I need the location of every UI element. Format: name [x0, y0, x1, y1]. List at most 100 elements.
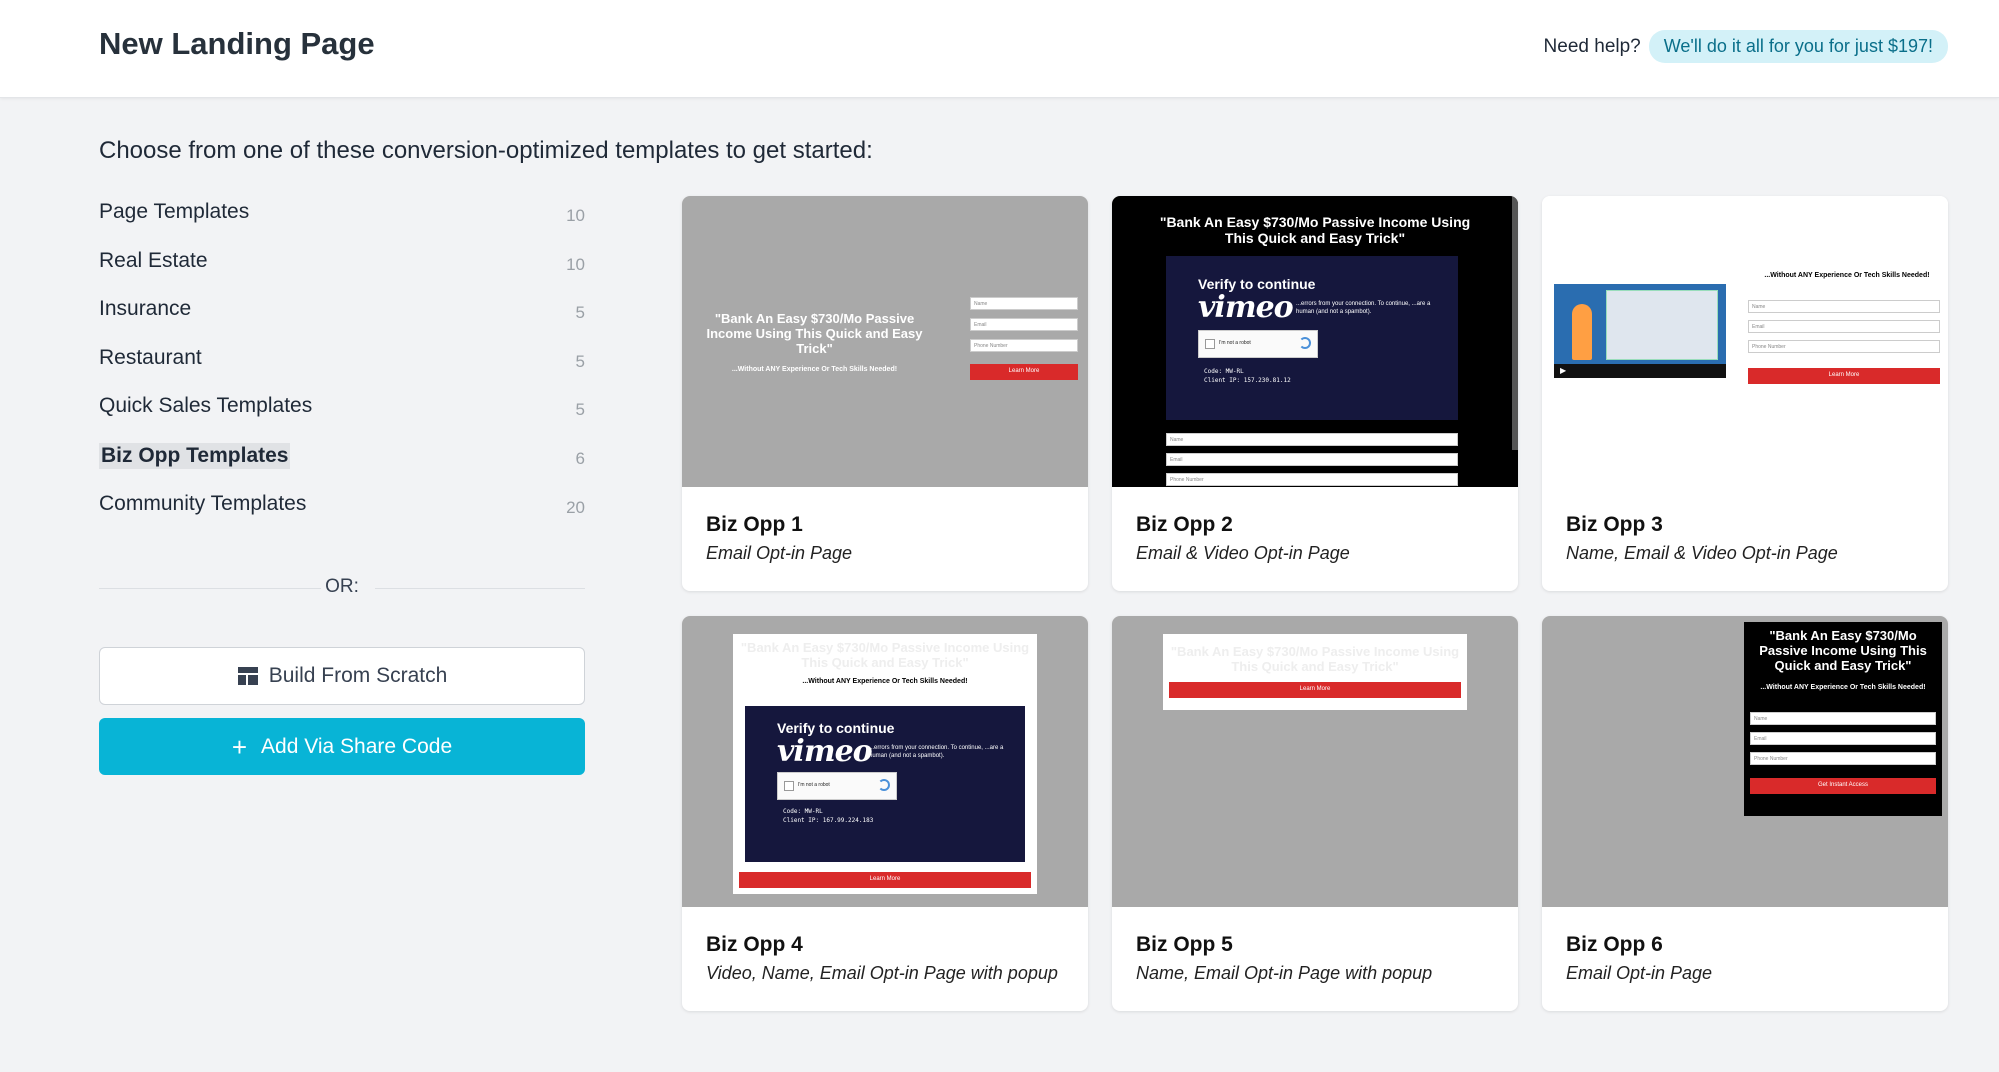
category-label: Biz Opp Templates — [99, 442, 291, 469]
character-figure — [1572, 304, 1592, 360]
preview-button: Learn More — [1169, 682, 1461, 698]
template-preview: "Bank An Easy $730/Mo Passive Income Usi… — [682, 616, 1088, 907]
preview-field: Phone Number — [1750, 752, 1936, 765]
video-verify-box: Verify to continue vimeo ...errors from … — [745, 706, 1025, 862]
play-icon: ▶ — [1560, 366, 1567, 375]
preview-subhead: ...Without ANY Experience Or Tech Skills… — [1764, 272, 1930, 279]
template-card-biz-opp-4[interactable]: "Bank An Easy $730/Mo Passive Income Usi… — [682, 616, 1088, 1011]
template-card-biz-opp-2[interactable]: "Bank An Easy $730/Mo Passive Income Usi… — [1112, 196, 1518, 591]
captcha-box: I'm not a robot — [777, 772, 897, 800]
preview-field: Email — [1748, 320, 1940, 333]
verify-ip: Client IP: 157.230.81.12 — [1204, 377, 1291, 384]
category-list: Page Templates 10 Real Estate 10 Insuran… — [99, 198, 585, 538]
template-preview: "Bank An Easy $730/Mo Passive Income Usi… — [682, 196, 1088, 487]
template-card-biz-opp-1[interactable]: "Bank An Easy $730/Mo Passive Income Usi… — [682, 196, 1088, 591]
preview-field: Name — [970, 297, 1078, 310]
template-title: Biz Opp 2 — [1136, 513, 1233, 536]
category-label: Insurance — [99, 297, 192, 321]
template-title: Biz Opp 3 — [1566, 513, 1663, 536]
preview-headline: "Bank An Easy $730/Mo Passive Income Usi… — [1170, 644, 1460, 674]
category-community-templates[interactable]: Community Templates 20 — [99, 490, 585, 539]
preview-field: Email — [970, 318, 1078, 331]
category-count: 10 — [566, 206, 585, 225]
vimeo-logo: vimeo — [777, 734, 873, 769]
top-bar: New Landing Page Need help? We'll do it … — [0, 0, 1999, 98]
category-count: 5 — [575, 303, 585, 323]
category-count: 6 — [575, 448, 585, 468]
template-title: Biz Opp 5 — [1136, 933, 1233, 956]
category-count: 20 — [566, 497, 585, 517]
preview-button: Learn More — [970, 364, 1078, 380]
template-subtitle: Video, Name, Email Opt-in Page with popu… — [706, 963, 1058, 983]
preview-field: Phone Number — [1166, 473, 1458, 486]
template-subtitle: Email Opt-in Page — [1566, 963, 1713, 983]
category-label: Real Estate — [99, 248, 208, 272]
done-for-you-offer-link[interactable]: We'll do it all for you for just $197! — [1648, 30, 1948, 63]
category-label: Page Templates — [99, 200, 250, 223]
plus-icon: + — [231, 731, 248, 762]
category-page-templates[interactable]: Page Templates 10 — [99, 198, 585, 247]
category-count: 5 — [575, 400, 585, 420]
verify-ip: Client IP: 167.99.224.183 — [783, 817, 874, 824]
template-preview: ▶ ...Without ANY Experience Or Tech Skil… — [1542, 196, 1948, 487]
category-label: Quick Sales Templates — [99, 394, 313, 418]
preview-headline: "Bank An Easy $730/Mo Passive Income Usi… — [1759, 628, 1927, 673]
category-real-estate[interactable]: Real Estate 10 — [99, 247, 585, 296]
divider-line — [375, 588, 585, 589]
preview-subhead: ...Without ANY Experience Or Tech Skills… — [802, 678, 968, 685]
verify-code: Code: MW-RL — [1204, 368, 1244, 375]
preview-field: Name — [1748, 300, 1940, 313]
help-area: Need help? We'll do it all for you for j… — [1544, 30, 1948, 63]
preview-field: Name — [1750, 712, 1936, 725]
or-divider: OR: — [99, 574, 585, 602]
build-from-scratch-label: Build From Scratch — [268, 664, 448, 687]
screen-mockup — [1606, 290, 1718, 360]
verify-code: Code: MW-RL — [783, 808, 823, 815]
popup-window: "Bank An Easy $730/Mo Passive Income Usi… — [733, 634, 1037, 894]
video-thumbnail: ▶ — [1554, 284, 1726, 378]
category-count: 10 — [566, 254, 585, 274]
category-quick-sales-templates[interactable]: Quick Sales Templates 5 — [99, 392, 585, 441]
popup-window: "Bank An Easy $730/Mo Passive Income Usi… — [1163, 634, 1467, 710]
template-preview: "Bank An Easy $730/Mo Passive Income Usi… — [1112, 196, 1518, 487]
category-insurance[interactable]: Insurance 5 — [99, 295, 585, 344]
preview-field: Email — [1166, 453, 1458, 466]
template-subtitle: Email Opt-in Page — [706, 543, 853, 563]
preview-headline: "Bank An Easy $730/Mo Passive Income Usi… — [1159, 214, 1471, 246]
preview-field: Phone Number — [970, 339, 1078, 352]
preview-subhead: ...Without ANY Experience Or Tech Skills… — [731, 366, 898, 373]
preview-subhead: ...Without ANY Experience Or Tech Skills… — [1760, 684, 1926, 691]
template-title: Biz Opp 1 — [706, 513, 803, 536]
template-card-biz-opp-3[interactable]: ▶ ...Without ANY Experience Or Tech Skil… — [1542, 196, 1948, 591]
add-via-share-code-label: Add Via Share Code — [261, 734, 453, 758]
template-subtitle: Email & Video Opt-in Page — [1136, 543, 1350, 563]
preview-button: Get Instant Access — [1750, 778, 1936, 794]
divider-line — [99, 588, 321, 589]
template-subtitle: Name, Email & Video Opt-in Page — [1566, 543, 1838, 563]
template-preview: "Bank An Easy $730/Mo Passive Income Usi… — [1542, 616, 1948, 907]
video-controls: ▶ — [1554, 364, 1726, 378]
vimeo-logo: vimeo — [1198, 290, 1294, 325]
captcha-box: I'm not a robot — [1198, 330, 1318, 358]
preview-field: Phone Number — [1748, 340, 1940, 353]
preview-field: Email — [1750, 732, 1936, 745]
category-biz-opp-templates[interactable]: Biz Opp Templates 6 — [99, 441, 585, 490]
template-card-biz-opp-5[interactable]: "Bank An Easy $730/Mo Passive Income Usi… — [1112, 616, 1518, 1011]
template-preview: "Bank An Easy $730/Mo Passive Income Usi… — [1112, 616, 1518, 907]
or-label: OR: — [325, 576, 359, 597]
preview-headline: "Bank An Easy $730/Mo Passive Income Usi… — [706, 311, 923, 356]
help-label: Need help? — [1543, 35, 1641, 57]
preview-button: Learn More — [1748, 368, 1940, 384]
template-title: Biz Opp 6 — [1566, 933, 1663, 956]
captcha-label: I'm not a robot — [1219, 340, 1251, 346]
category-label: Community Templates — [99, 491, 307, 515]
build-from-scratch-button[interactable]: Build From Scratch — [99, 647, 585, 705]
add-via-share-code-button[interactable]: + Add Via Share Code — [99, 718, 585, 775]
category-count: 5 — [575, 351, 585, 371]
popup-window: "Bank An Easy $730/Mo Passive Income Usi… — [1744, 622, 1942, 816]
preview-scrollbar — [1512, 196, 1518, 450]
captcha-label: I'm not a robot — [798, 782, 830, 788]
category-restaurant[interactable]: Restaurant 5 — [99, 344, 585, 393]
preview-button: Learn More — [739, 872, 1031, 888]
template-card-biz-opp-6[interactable]: "Bank An Easy $730/Mo Passive Income Usi… — [1542, 616, 1948, 1011]
